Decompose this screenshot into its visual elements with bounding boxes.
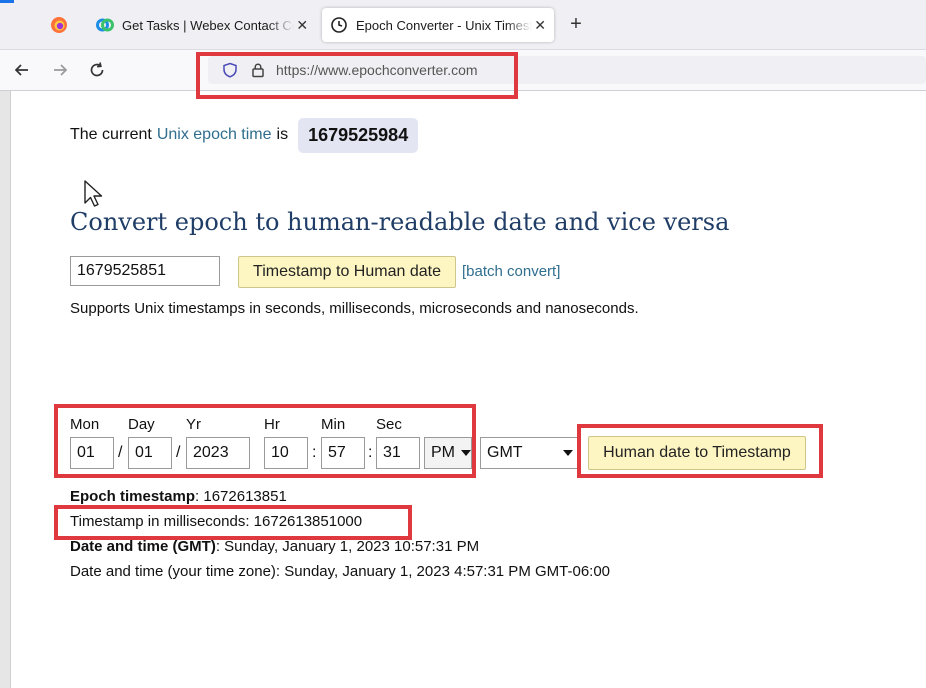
- batch-convert-link[interactable]: [batch convert]: [462, 263, 560, 280]
- annotation-box-url: [196, 52, 518, 99]
- timestamp-to-human-button[interactable]: Timestamp to Human date: [238, 256, 456, 288]
- annotation-box-convert-button: [577, 424, 823, 478]
- epoch-timestamp-result: Epoch timestamp: 1672613851: [70, 488, 287, 505]
- unix-epoch-time-link[interactable]: Unix epoch time: [157, 126, 272, 144]
- close-icon[interactable]: ✕: [532, 16, 548, 34]
- gmt-date-result: Date and time (GMT): Sunday, January 1, …: [70, 538, 479, 555]
- back-arrow-icon[interactable]: [12, 60, 32, 80]
- current-epoch-value: 1679525984: [298, 117, 419, 153]
- tab-strip: Get Tasks | Webex Contact Center ✕ Epoch…: [0, 0, 926, 50]
- annotation-box-milliseconds: [54, 505, 412, 540]
- mouse-cursor-icon: [84, 180, 103, 207]
- tab-webex-title: Get Tasks | Webex Contact Center: [122, 17, 294, 33]
- tab-webex[interactable]: Get Tasks | Webex Contact Center ✕: [88, 8, 316, 42]
- local-date-result: Date and time (your time zone): Sunday, …: [70, 563, 611, 580]
- gmt-date-label: Date and time (GMT): [70, 538, 216, 555]
- current-is: is: [276, 126, 289, 143]
- gmt-date-value: : Sunday, January 1, 2023 10:57:31 PM: [215, 538, 480, 555]
- firefox-icon[interactable]: [50, 16, 68, 34]
- tab-epoch-converter[interactable]: Epoch Converter - Unix Timestamp ✕: [322, 8, 554, 42]
- current-prefix: The current: [70, 126, 152, 143]
- clock-icon: [331, 17, 347, 33]
- reload-icon[interactable]: [87, 60, 107, 80]
- page-title: Convert epoch to human-readable date and…: [70, 208, 730, 236]
- forward-arrow-icon[interactable]: [50, 60, 70, 80]
- annotation-box-date-fields: [54, 404, 476, 478]
- close-icon[interactable]: ✕: [294, 16, 310, 34]
- timezone-select[interactable]: GMT: [480, 437, 580, 469]
- timestamp-input[interactable]: [70, 256, 220, 286]
- supports-text: Supports Unix timestamps in seconds, mil…: [70, 300, 639, 317]
- epoch-timestamp-label: Epoch timestamp: [70, 488, 196, 505]
- current-epoch-line: The current Unix epoch time is 167952598…: [70, 117, 419, 153]
- window-accent: [0, 0, 14, 3]
- epoch-timestamp-value: : 1672613851: [195, 488, 287, 505]
- webex-icon: [96, 18, 114, 32]
- new-tab-button[interactable]: +: [566, 13, 586, 35]
- window-left-edge: [0, 91, 11, 688]
- chevron-down-icon: [563, 450, 573, 456]
- tab-epoch-title: Epoch Converter - Unix Timestamp: [356, 17, 533, 33]
- timezone-value: GMT: [487, 444, 523, 461]
